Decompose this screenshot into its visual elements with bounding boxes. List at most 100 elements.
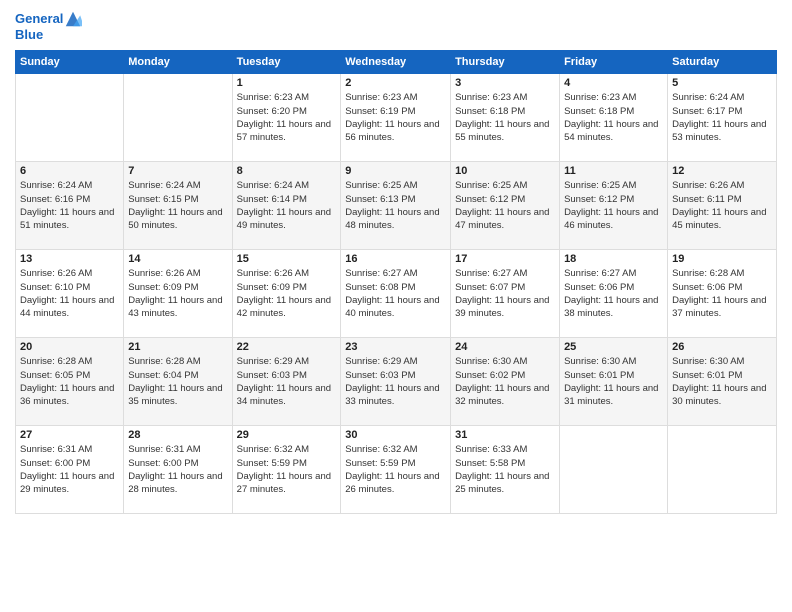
day-info: Sunrise: 6:27 AM Sunset: 6:08 PM Dayligh… [345,267,446,320]
calendar-cell: 15 Sunrise: 6:26 AM Sunset: 6:09 PM Dayl… [232,250,341,338]
day-number: 22 [237,341,337,353]
daylight-text: Daylight: 11 hours and 27 minutes. [237,470,337,497]
day-info: Sunrise: 6:24 AM Sunset: 6:15 PM Dayligh… [128,179,227,232]
day-info: Sunrise: 6:26 AM Sunset: 6:10 PM Dayligh… [20,267,119,320]
sunset-text: Sunset: 6:03 PM [345,369,446,382]
calendar-week-5: 27 Sunrise: 6:31 AM Sunset: 6:00 PM Dayl… [16,426,777,514]
sunset-text: Sunset: 5:58 PM [455,457,555,470]
sunset-text: Sunset: 6:17 PM [672,105,772,118]
day-number: 26 [672,341,772,353]
calendar-cell: 17 Sunrise: 6:27 AM Sunset: 6:07 PM Dayl… [451,250,560,338]
calendar-week-2: 6 Sunrise: 6:24 AM Sunset: 6:16 PM Dayli… [16,162,777,250]
sunset-text: Sunset: 6:14 PM [237,193,337,206]
calendar-cell [124,74,232,162]
sunrise-text: Sunrise: 6:33 AM [455,443,555,456]
day-info: Sunrise: 6:28 AM Sunset: 6:04 PM Dayligh… [128,355,227,408]
day-number: 30 [345,429,446,441]
sunset-text: Sunset: 6:03 PM [237,369,337,382]
sunrise-text: Sunrise: 6:31 AM [128,443,227,456]
logo-text: General [15,12,63,26]
sunrise-text: Sunrise: 6:23 AM [237,91,337,104]
day-number: 14 [128,253,227,265]
sunrise-text: Sunrise: 6:32 AM [345,443,446,456]
sunrise-text: Sunrise: 6:29 AM [345,355,446,368]
sunset-text: Sunset: 6:18 PM [564,105,663,118]
day-info: Sunrise: 6:27 AM Sunset: 6:06 PM Dayligh… [564,267,663,320]
day-number: 3 [455,77,555,89]
daylight-text: Daylight: 11 hours and 49 minutes. [237,206,337,233]
day-info: Sunrise: 6:25 AM Sunset: 6:12 PM Dayligh… [455,179,555,232]
sunset-text: Sunset: 6:09 PM [237,281,337,294]
daylight-text: Daylight: 11 hours and 53 minutes. [672,118,772,145]
calendar-cell: 2 Sunrise: 6:23 AM Sunset: 6:19 PM Dayli… [341,74,451,162]
sunset-text: Sunset: 6:08 PM [345,281,446,294]
daylight-text: Daylight: 11 hours and 37 minutes. [672,294,772,321]
day-number: 13 [20,253,119,265]
day-number: 12 [672,165,772,177]
daylight-text: Daylight: 11 hours and 46 minutes. [564,206,663,233]
weekday-header-row: Sunday Monday Tuesday Wednesday Thursday… [16,51,777,74]
day-number: 10 [455,165,555,177]
logo-icon [64,10,82,28]
calendar-week-1: 1 Sunrise: 6:23 AM Sunset: 6:20 PM Dayli… [16,74,777,162]
sunset-text: Sunset: 6:18 PM [455,105,555,118]
calendar-week-3: 13 Sunrise: 6:26 AM Sunset: 6:10 PM Dayl… [16,250,777,338]
sunset-text: Sunset: 6:15 PM [128,193,227,206]
daylight-text: Daylight: 11 hours and 48 minutes. [345,206,446,233]
sunset-text: Sunset: 6:12 PM [564,193,663,206]
day-number: 27 [20,429,119,441]
calendar-cell: 7 Sunrise: 6:24 AM Sunset: 6:15 PM Dayli… [124,162,232,250]
calendar-cell [560,426,668,514]
day-info: Sunrise: 6:26 AM Sunset: 6:11 PM Dayligh… [672,179,772,232]
sunrise-text: Sunrise: 6:24 AM [128,179,227,192]
daylight-text: Daylight: 11 hours and 29 minutes. [20,470,119,497]
day-info: Sunrise: 6:30 AM Sunset: 6:02 PM Dayligh… [455,355,555,408]
day-info: Sunrise: 6:23 AM Sunset: 6:18 PM Dayligh… [455,91,555,144]
calendar-cell: 22 Sunrise: 6:29 AM Sunset: 6:03 PM Dayl… [232,338,341,426]
calendar-cell: 30 Sunrise: 6:32 AM Sunset: 5:59 PM Dayl… [341,426,451,514]
day-info: Sunrise: 6:29 AM Sunset: 6:03 PM Dayligh… [237,355,337,408]
logo-text2: Blue [15,28,82,42]
daylight-text: Daylight: 11 hours and 34 minutes. [237,382,337,409]
daylight-text: Daylight: 11 hours and 57 minutes. [237,118,337,145]
daylight-text: Daylight: 11 hours and 42 minutes. [237,294,337,321]
calendar-cell: 9 Sunrise: 6:25 AM Sunset: 6:13 PM Dayli… [341,162,451,250]
header-wednesday: Wednesday [341,51,451,74]
calendar-cell: 12 Sunrise: 6:26 AM Sunset: 6:11 PM Dayl… [668,162,777,250]
sunset-text: Sunset: 6:07 PM [455,281,555,294]
sunset-text: Sunset: 6:05 PM [20,369,119,382]
day-info: Sunrise: 6:28 AM Sunset: 6:05 PM Dayligh… [20,355,119,408]
sunrise-text: Sunrise: 6:26 AM [20,267,119,280]
calendar-cell: 28 Sunrise: 6:31 AM Sunset: 6:00 PM Dayl… [124,426,232,514]
sunset-text: Sunset: 6:09 PM [128,281,227,294]
sunrise-text: Sunrise: 6:24 AM [20,179,119,192]
logo: General Blue [15,10,82,42]
calendar-cell: 11 Sunrise: 6:25 AM Sunset: 6:12 PM Dayl… [560,162,668,250]
day-number: 20 [20,341,119,353]
day-info: Sunrise: 6:24 AM Sunset: 6:17 PM Dayligh… [672,91,772,144]
sunrise-text: Sunrise: 6:23 AM [564,91,663,104]
day-info: Sunrise: 6:24 AM Sunset: 6:14 PM Dayligh… [237,179,337,232]
day-info: Sunrise: 6:25 AM Sunset: 6:13 PM Dayligh… [345,179,446,232]
calendar-cell: 14 Sunrise: 6:26 AM Sunset: 6:09 PM Dayl… [124,250,232,338]
header: General Blue [15,10,777,42]
day-number: 21 [128,341,227,353]
day-info: Sunrise: 6:25 AM Sunset: 6:12 PM Dayligh… [564,179,663,232]
calendar-cell: 10 Sunrise: 6:25 AM Sunset: 6:12 PM Dayl… [451,162,560,250]
daylight-text: Daylight: 11 hours and 32 minutes. [455,382,555,409]
sunrise-text: Sunrise: 6:27 AM [345,267,446,280]
calendar-cell: 20 Sunrise: 6:28 AM Sunset: 6:05 PM Dayl… [16,338,124,426]
sunrise-text: Sunrise: 6:28 AM [672,267,772,280]
calendar-cell: 19 Sunrise: 6:28 AM Sunset: 6:06 PM Dayl… [668,250,777,338]
day-number: 8 [237,165,337,177]
day-number: 18 [564,253,663,265]
calendar-cell: 31 Sunrise: 6:33 AM Sunset: 5:58 PM Dayl… [451,426,560,514]
sunrise-text: Sunrise: 6:28 AM [20,355,119,368]
calendar-cell: 13 Sunrise: 6:26 AM Sunset: 6:10 PM Dayl… [16,250,124,338]
calendar-cell: 23 Sunrise: 6:29 AM Sunset: 6:03 PM Dayl… [341,338,451,426]
day-info: Sunrise: 6:32 AM Sunset: 5:59 PM Dayligh… [345,443,446,496]
day-number: 24 [455,341,555,353]
sunrise-text: Sunrise: 6:30 AM [564,355,663,368]
sunrise-text: Sunrise: 6:25 AM [345,179,446,192]
daylight-text: Daylight: 11 hours and 30 minutes. [672,382,772,409]
